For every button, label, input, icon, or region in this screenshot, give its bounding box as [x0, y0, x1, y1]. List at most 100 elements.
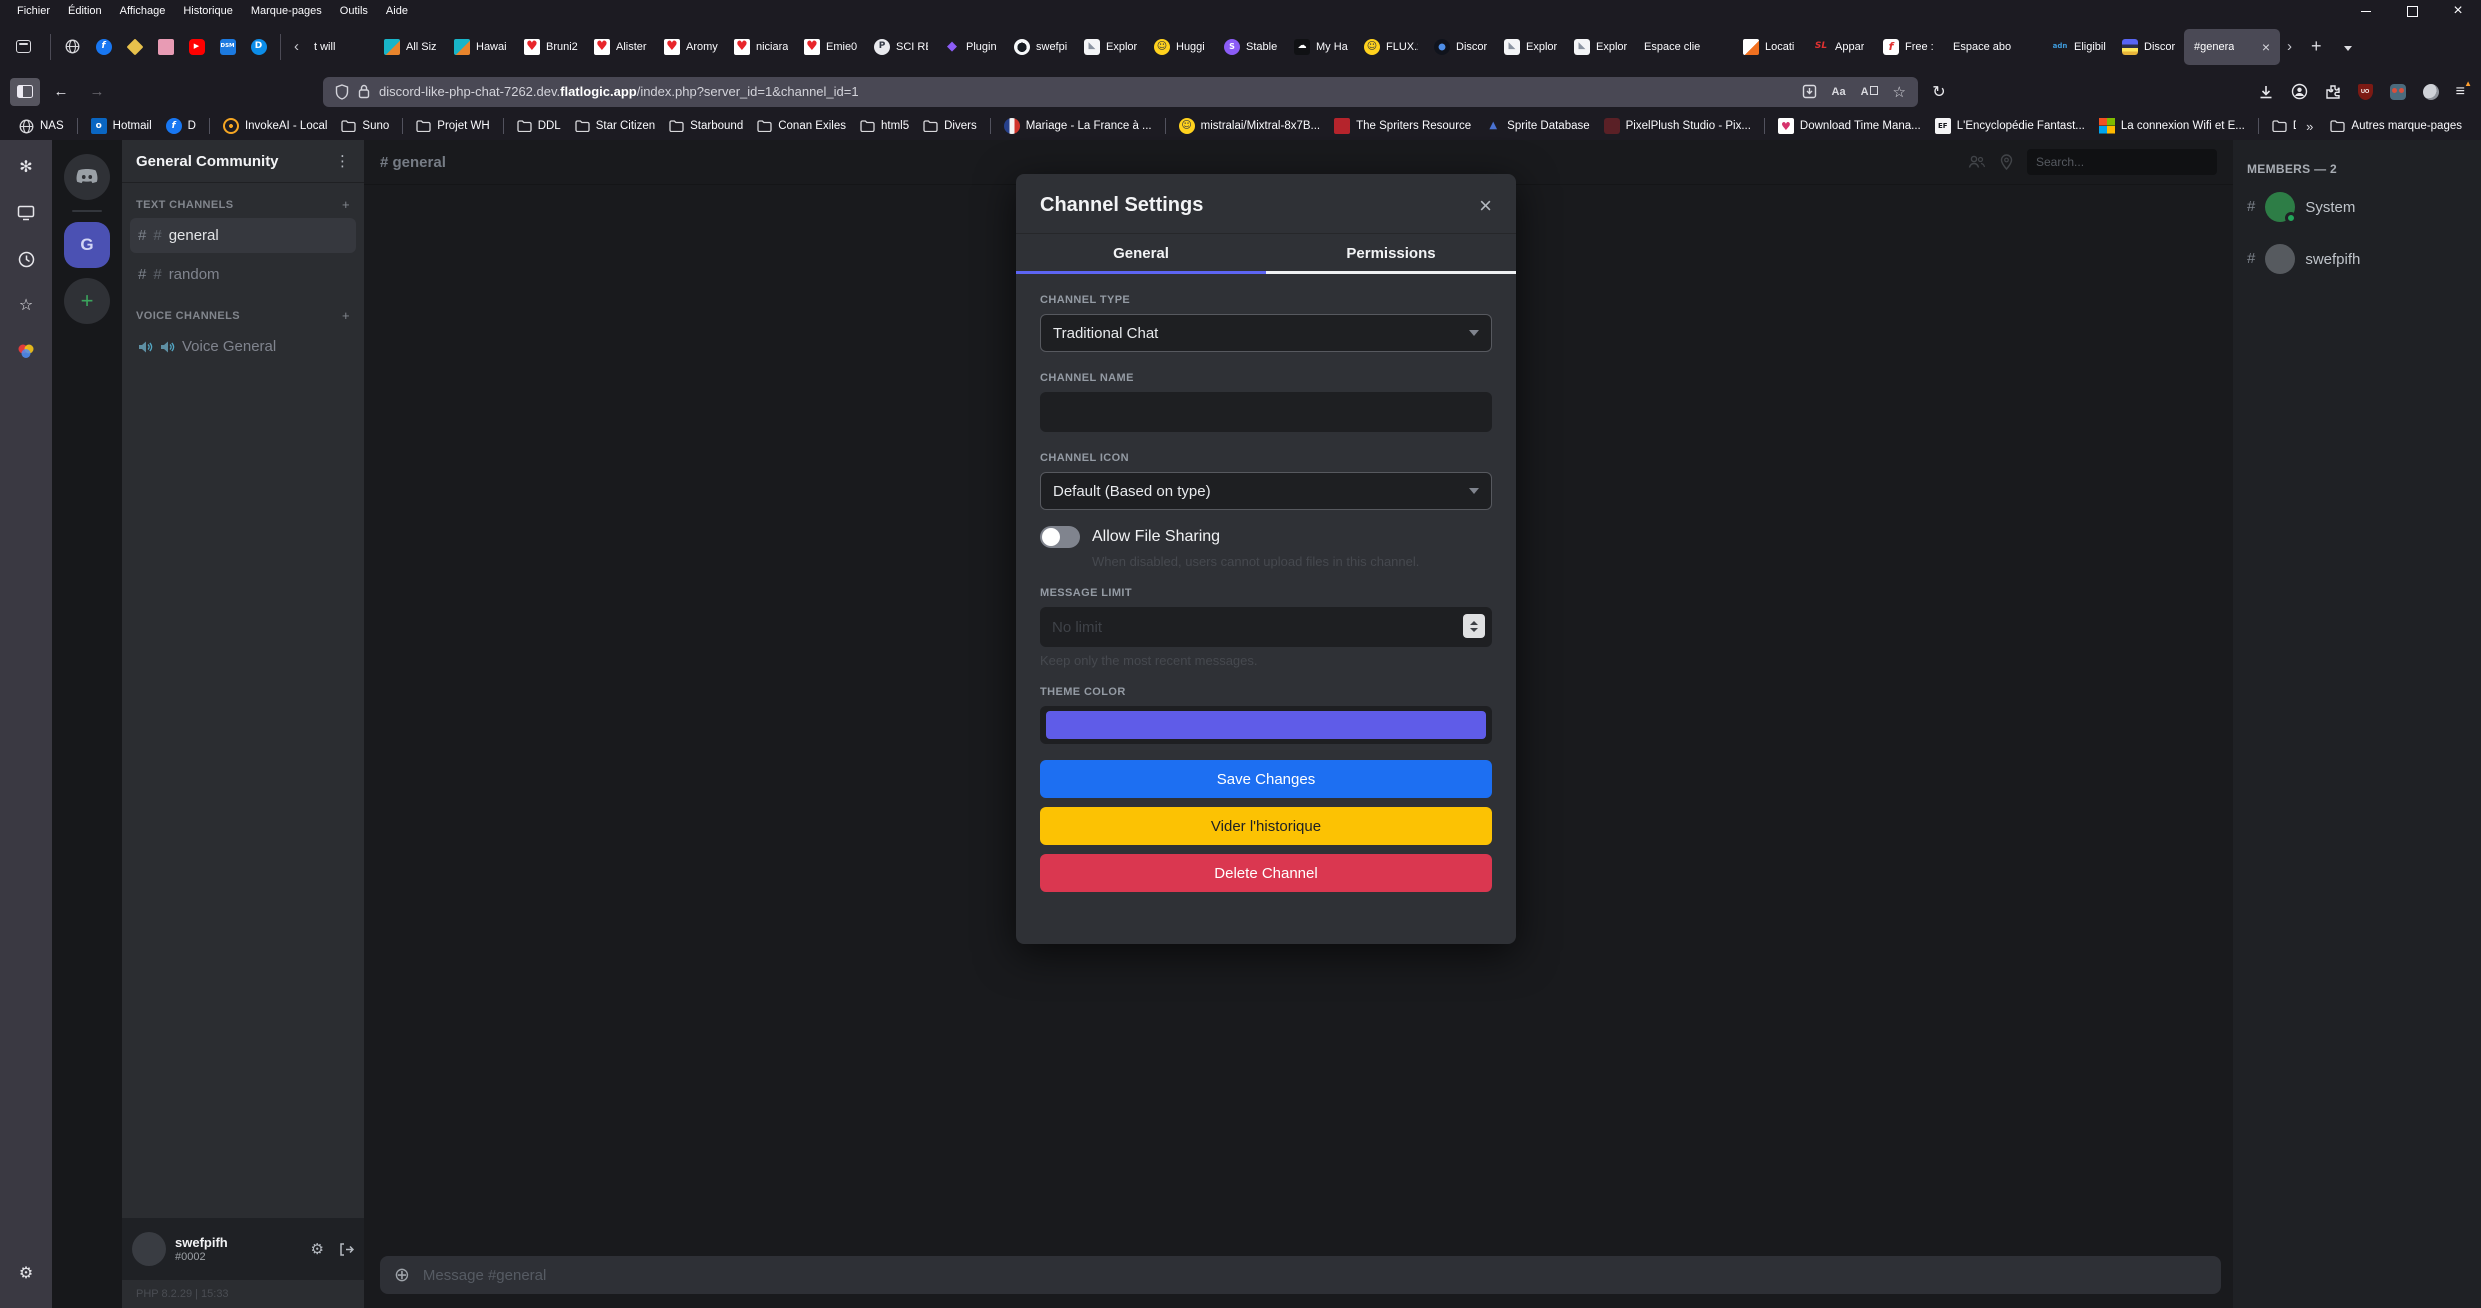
browser-tab[interactable]: ♥Aromy: [656, 29, 726, 65]
menu-edition[interactable]: Édition: [59, 2, 111, 20]
menu-outils[interactable]: Outils: [331, 2, 377, 20]
browser-tab[interactable]: Locati: [1735, 29, 1805, 65]
bookmarks-star-icon[interactable]: [13, 292, 39, 318]
browser-tab[interactable]: fFree :: [1875, 29, 1945, 65]
extensions-icon[interactable]: [2325, 84, 2341, 100]
save-button[interactable]: Save Changes: [1040, 760, 1492, 798]
pin-icon[interactable]: [2000, 154, 2013, 170]
pinned-tab-dsm[interactable]: DSM: [212, 30, 243, 64]
browser-tab[interactable]: Discor: [2114, 29, 2184, 65]
browser-tab[interactable]: PSCI RE: [866, 29, 936, 65]
number-stepper[interactable]: [1463, 614, 1485, 638]
pinned-tab-pixel-creature[interactable]: [150, 30, 181, 64]
browser-tab[interactable]: ☺Huggi: [1146, 29, 1216, 65]
bookmark-item[interactable]: Suno: [334, 117, 396, 135]
bookmark-item[interactable]: Mariage - La France à ...: [997, 115, 1159, 137]
sidebar-toggle-icon[interactable]: [10, 78, 40, 106]
menu-fichier[interactable]: Fichier: [8, 2, 59, 20]
masked-extension-icon[interactable]: [2390, 84, 2406, 100]
firefox-view-icon[interactable]: [8, 34, 38, 60]
bookmark-item[interactable]: html5: [853, 117, 916, 135]
browser-tab[interactable]: ♥Emie0: [796, 29, 866, 65]
active-tab[interactable]: #genera: [2184, 29, 2280, 65]
bookmark-item[interactable]: Starbound: [662, 117, 750, 135]
add-text-channel-icon[interactable]: [342, 197, 350, 212]
bookmark-item[interactable]: Star Citizen: [568, 117, 662, 135]
close-window-icon[interactable]: [2435, 0, 2481, 22]
add-voice-channel-icon[interactable]: [342, 308, 350, 323]
browser-tab[interactable]: Discor: [1426, 29, 1496, 65]
delete-button[interactable]: Delete Channel: [1040, 854, 1492, 892]
browser-tab[interactable]: ♥Bruni2: [516, 29, 586, 65]
member-row-system[interactable]: System: [2247, 192, 2481, 222]
browser-tab[interactable]: ◣Explor: [1496, 29, 1566, 65]
save-page-icon[interactable]: [1802, 84, 1817, 99]
menu-aide[interactable]: Aide: [377, 2, 417, 20]
bookmark-item[interactable]: oHotmail: [84, 115, 159, 137]
account-icon[interactable]: [2291, 83, 2308, 100]
shield-icon[interactable]: [335, 84, 349, 100]
browser-tab[interactable]: SStable: [1216, 29, 1286, 65]
search-input[interactable]: [2027, 149, 2217, 175]
lock-icon[interactable]: [358, 84, 370, 99]
other-bookmarks[interactable]: Autres marque-pages: [2323, 117, 2469, 135]
pinned-tab-globe[interactable]: [57, 30, 88, 64]
browser-tab[interactable]: adnEligibil: [2044, 29, 2114, 65]
new-tab-icon[interactable]: [2299, 36, 2334, 57]
pinned-tab-youtube[interactable]: ▶: [181, 30, 212, 64]
bookmark-item[interactable]: InvokeAI - Local: [216, 115, 334, 137]
browser-tab[interactable]: All Siz: [376, 29, 446, 65]
message-composer[interactable]: [380, 1256, 2221, 1294]
channel-item-general[interactable]: general: [130, 218, 356, 253]
maximize-icon[interactable]: [2389, 0, 2435, 22]
member-row-swefpifh[interactable]: swefpifh: [2247, 244, 2481, 274]
translate-page-icon[interactable]: [1861, 86, 1878, 98]
downloads-icon[interactable]: [2258, 84, 2274, 100]
server-header[interactable]: General Community: [122, 140, 364, 183]
server-menu-icon[interactable]: [335, 152, 350, 170]
bookmark-item[interactable]: NAS: [12, 116, 71, 137]
forward-icon[interactable]: [82, 78, 112, 106]
browser-tab[interactable]: Espace clie: [1636, 29, 1735, 65]
menu-historique[interactable]: Historique: [174, 2, 242, 20]
browser-tab[interactable]: ◣Explor: [1076, 29, 1146, 65]
browser-tab[interactable]: Espace abo: [1945, 29, 2044, 65]
message-input[interactable]: [421, 1266, 2207, 1285]
app-menu-icon[interactable]: [2456, 83, 2465, 101]
bookmark-item[interactable]: Divers: [916, 117, 984, 135]
browser-tab[interactable]: SLAppar: [1805, 29, 1875, 65]
add-server-icon[interactable]: [64, 278, 110, 324]
screen-share-icon[interactable]: [13, 200, 39, 226]
channel-item-random[interactable]: random: [130, 257, 356, 292]
ublock-icon[interactable]: UO: [2358, 84, 2373, 100]
bookmark-item[interactable]: Divers: [2265, 117, 2296, 135]
logout-icon[interactable]: [338, 1242, 354, 1257]
bookmark-item[interactable]: PixelPlush Studio - Pix...: [1597, 115, 1758, 137]
close-modal-icon[interactable]: [1479, 195, 1492, 217]
tab-general[interactable]: General: [1016, 234, 1266, 274]
bookmark-item[interactable]: EFL'Encyclopédie Fantast...: [1928, 115, 2092, 137]
ai-chatbot-icon[interactable]: [13, 154, 39, 180]
menu-affichage[interactable]: Affichage: [111, 2, 175, 20]
bookmark-item[interactable]: DDL: [510, 117, 568, 135]
members-toggle-icon[interactable]: [1968, 155, 1986, 169]
settings-gear-icon[interactable]: [13, 1260, 39, 1286]
browser-tab[interactable]: swefpi: [1006, 29, 1076, 65]
message-limit-input[interactable]: [1040, 607, 1492, 647]
menu-marque-pages[interactable]: Marque-pages: [242, 2, 331, 20]
theme-color-swatch[interactable]: [1046, 711, 1486, 739]
pinned-tab-diamond[interactable]: [119, 30, 150, 64]
bookmark-star-icon[interactable]: [1893, 83, 1906, 101]
back-icon[interactable]: [46, 78, 76, 106]
reload-icon[interactable]: [1924, 78, 1954, 106]
close-tab-icon[interactable]: [2262, 39, 2270, 55]
browser-tab[interactable]: ♥niciara: [726, 29, 796, 65]
bookmark-item[interactable]: ▲Sprite Database: [1478, 115, 1596, 137]
bookmark-item[interactable]: ♥Download Time Mana...: [1771, 115, 1928, 137]
bookmark-item[interactable]: Projet WH: [409, 117, 496, 135]
browser-tab[interactable]: t will: [306, 29, 376, 65]
channel-type-select[interactable]: Traditional Chat: [1040, 314, 1492, 352]
browser-tab[interactable]: ☁My Ha: [1286, 29, 1356, 65]
attach-plus-icon[interactable]: [394, 1264, 410, 1287]
bookmark-item[interactable]: The Spriters Resource: [1327, 115, 1478, 137]
